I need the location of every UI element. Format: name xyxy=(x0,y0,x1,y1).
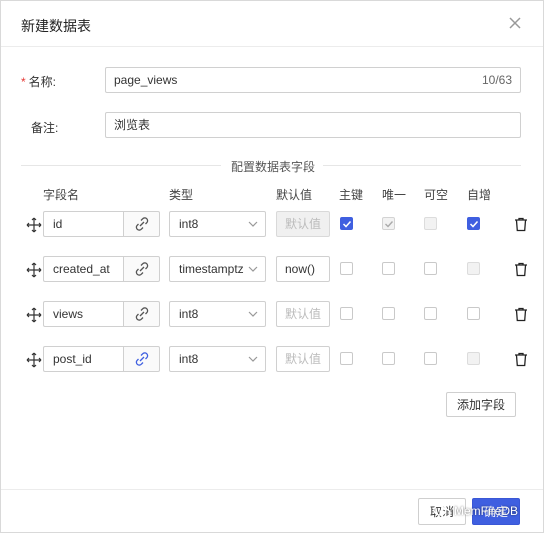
header-default: 默认值 xyxy=(276,188,313,202)
field-type-select[interactable]: int8 xyxy=(169,211,266,237)
confirm-button[interactable]: 确定 xyxy=(472,498,520,525)
field-type-select[interactable]: timestamptz xyxy=(169,256,266,282)
header-unique: 唯一 xyxy=(382,188,407,202)
name-label: * 名称: xyxy=(21,75,57,89)
unique-checkbox[interactable] xyxy=(382,352,395,365)
header-type: 类型 xyxy=(169,188,194,202)
close-icon[interactable] xyxy=(505,13,525,33)
field-row: created_at timestamptz now() xyxy=(1,256,543,284)
drag-handle-icon[interactable] xyxy=(26,307,42,323)
field-name-value: created_at xyxy=(53,262,110,276)
chevron-down-icon xyxy=(248,356,258,362)
auto-increment-checkbox[interactable] xyxy=(467,217,480,230)
primary-key-checkbox[interactable] xyxy=(340,352,353,365)
unique-checkbox xyxy=(382,217,395,230)
drag-handle-icon[interactable] xyxy=(26,262,42,278)
required-mark: * xyxy=(21,75,26,89)
cancel-button[interactable]: 取消 xyxy=(418,498,466,525)
nullable-checkbox xyxy=(424,217,437,230)
fields-section-title: 配置数据表字段 xyxy=(231,160,316,174)
chevron-down-icon xyxy=(248,221,258,227)
drag-handle-icon[interactable] xyxy=(26,217,42,233)
field-default-value: now() xyxy=(285,262,316,276)
link-icon xyxy=(135,262,148,276)
create-table-dialog: 新建数据表 * 名称: page_views 10/63 备注: 浏览表 配置数据… xyxy=(0,0,544,533)
link-icon xyxy=(135,307,148,321)
field-name-value: id xyxy=(53,217,63,231)
auto-increment-checkbox[interactable] xyxy=(467,307,480,320)
field-default-input[interactable]: 默认值 xyxy=(276,301,330,327)
field-default-input[interactable]: 默认值 xyxy=(276,346,330,372)
check-icon xyxy=(469,220,478,228)
delete-field-icon[interactable] xyxy=(514,262,528,277)
drag-handle-icon[interactable] xyxy=(26,352,42,368)
field-name-input[interactable]: created_at xyxy=(43,256,123,282)
header-field-name: 字段名 xyxy=(43,188,80,202)
add-field-button[interactable]: 添加字段 xyxy=(446,392,516,417)
delete-field-icon[interactable] xyxy=(514,352,528,367)
divider-line-left xyxy=(21,165,221,166)
name-char-counter: 10/63 xyxy=(481,73,512,87)
field-type-select[interactable]: int8 xyxy=(169,301,266,327)
dialog-title: 新建数据表 xyxy=(21,18,91,34)
field-name-value: views xyxy=(53,307,84,321)
nullable-checkbox[interactable] xyxy=(424,352,437,365)
nullable-checkbox[interactable] xyxy=(424,262,437,275)
primary-key-checkbox[interactable] xyxy=(340,262,353,275)
field-default-value: 默认值 xyxy=(285,307,322,321)
header-auto-increment: 自增 xyxy=(467,188,492,202)
field-default-value: 默认值 xyxy=(285,352,322,366)
divider-line-right xyxy=(323,165,521,166)
remark-label: 备注: xyxy=(31,121,59,135)
remark-input[interactable]: 浏览表 xyxy=(105,112,521,138)
foreign-key-link-button[interactable] xyxy=(123,346,160,372)
field-default-input[interactable]: now() xyxy=(276,256,330,282)
delete-field-icon[interactable] xyxy=(514,307,528,322)
field-name-value: post_id xyxy=(53,352,92,366)
check-icon xyxy=(384,220,393,228)
field-row: post_id int8 默认值 xyxy=(1,346,543,374)
chevron-down-icon xyxy=(248,311,258,317)
field-row: views int8 默认值 xyxy=(1,301,543,329)
header-nullable: 可空 xyxy=(424,188,449,202)
name-input-value: page_views xyxy=(114,73,178,87)
field-type-value: int8 xyxy=(179,307,199,321)
unique-checkbox[interactable] xyxy=(382,307,395,320)
name-input[interactable]: page_views 10/63 xyxy=(105,67,521,93)
field-type-select[interactable]: int8 xyxy=(169,346,266,372)
auto-increment-checkbox xyxy=(467,262,480,275)
nullable-checkbox[interactable] xyxy=(424,307,437,320)
link-icon xyxy=(135,217,148,231)
delete-field-icon[interactable] xyxy=(514,217,528,232)
foreign-key-link-button[interactable] xyxy=(123,301,160,327)
field-type-value: int8 xyxy=(179,352,199,366)
unique-checkbox[interactable] xyxy=(382,262,395,275)
dialog-header: 新建数据表 xyxy=(1,1,543,47)
field-row: id int8 默认值 xyxy=(1,211,543,239)
field-type-value: timestamptz xyxy=(179,262,244,276)
field-default-value: 默认值 xyxy=(285,217,322,231)
primary-key-checkbox[interactable] xyxy=(340,217,353,230)
auto-increment-checkbox xyxy=(467,352,480,365)
field-name-input[interactable]: views xyxy=(43,301,123,327)
field-type-value: int8 xyxy=(179,217,199,231)
foreign-key-link-button[interactable] xyxy=(123,211,160,237)
field-name-input[interactable]: post_id xyxy=(43,346,123,372)
link-icon xyxy=(135,352,148,366)
primary-key-checkbox[interactable] xyxy=(340,307,353,320)
foreign-key-link-button[interactable] xyxy=(123,256,160,282)
remark-input-value: 浏览表 xyxy=(114,118,151,132)
field-default-input: 默认值 xyxy=(276,211,330,237)
field-name-input[interactable]: id xyxy=(43,211,123,237)
header-primary-key: 主键 xyxy=(339,188,364,202)
chevron-down-icon xyxy=(248,266,258,272)
check-icon xyxy=(342,220,351,228)
